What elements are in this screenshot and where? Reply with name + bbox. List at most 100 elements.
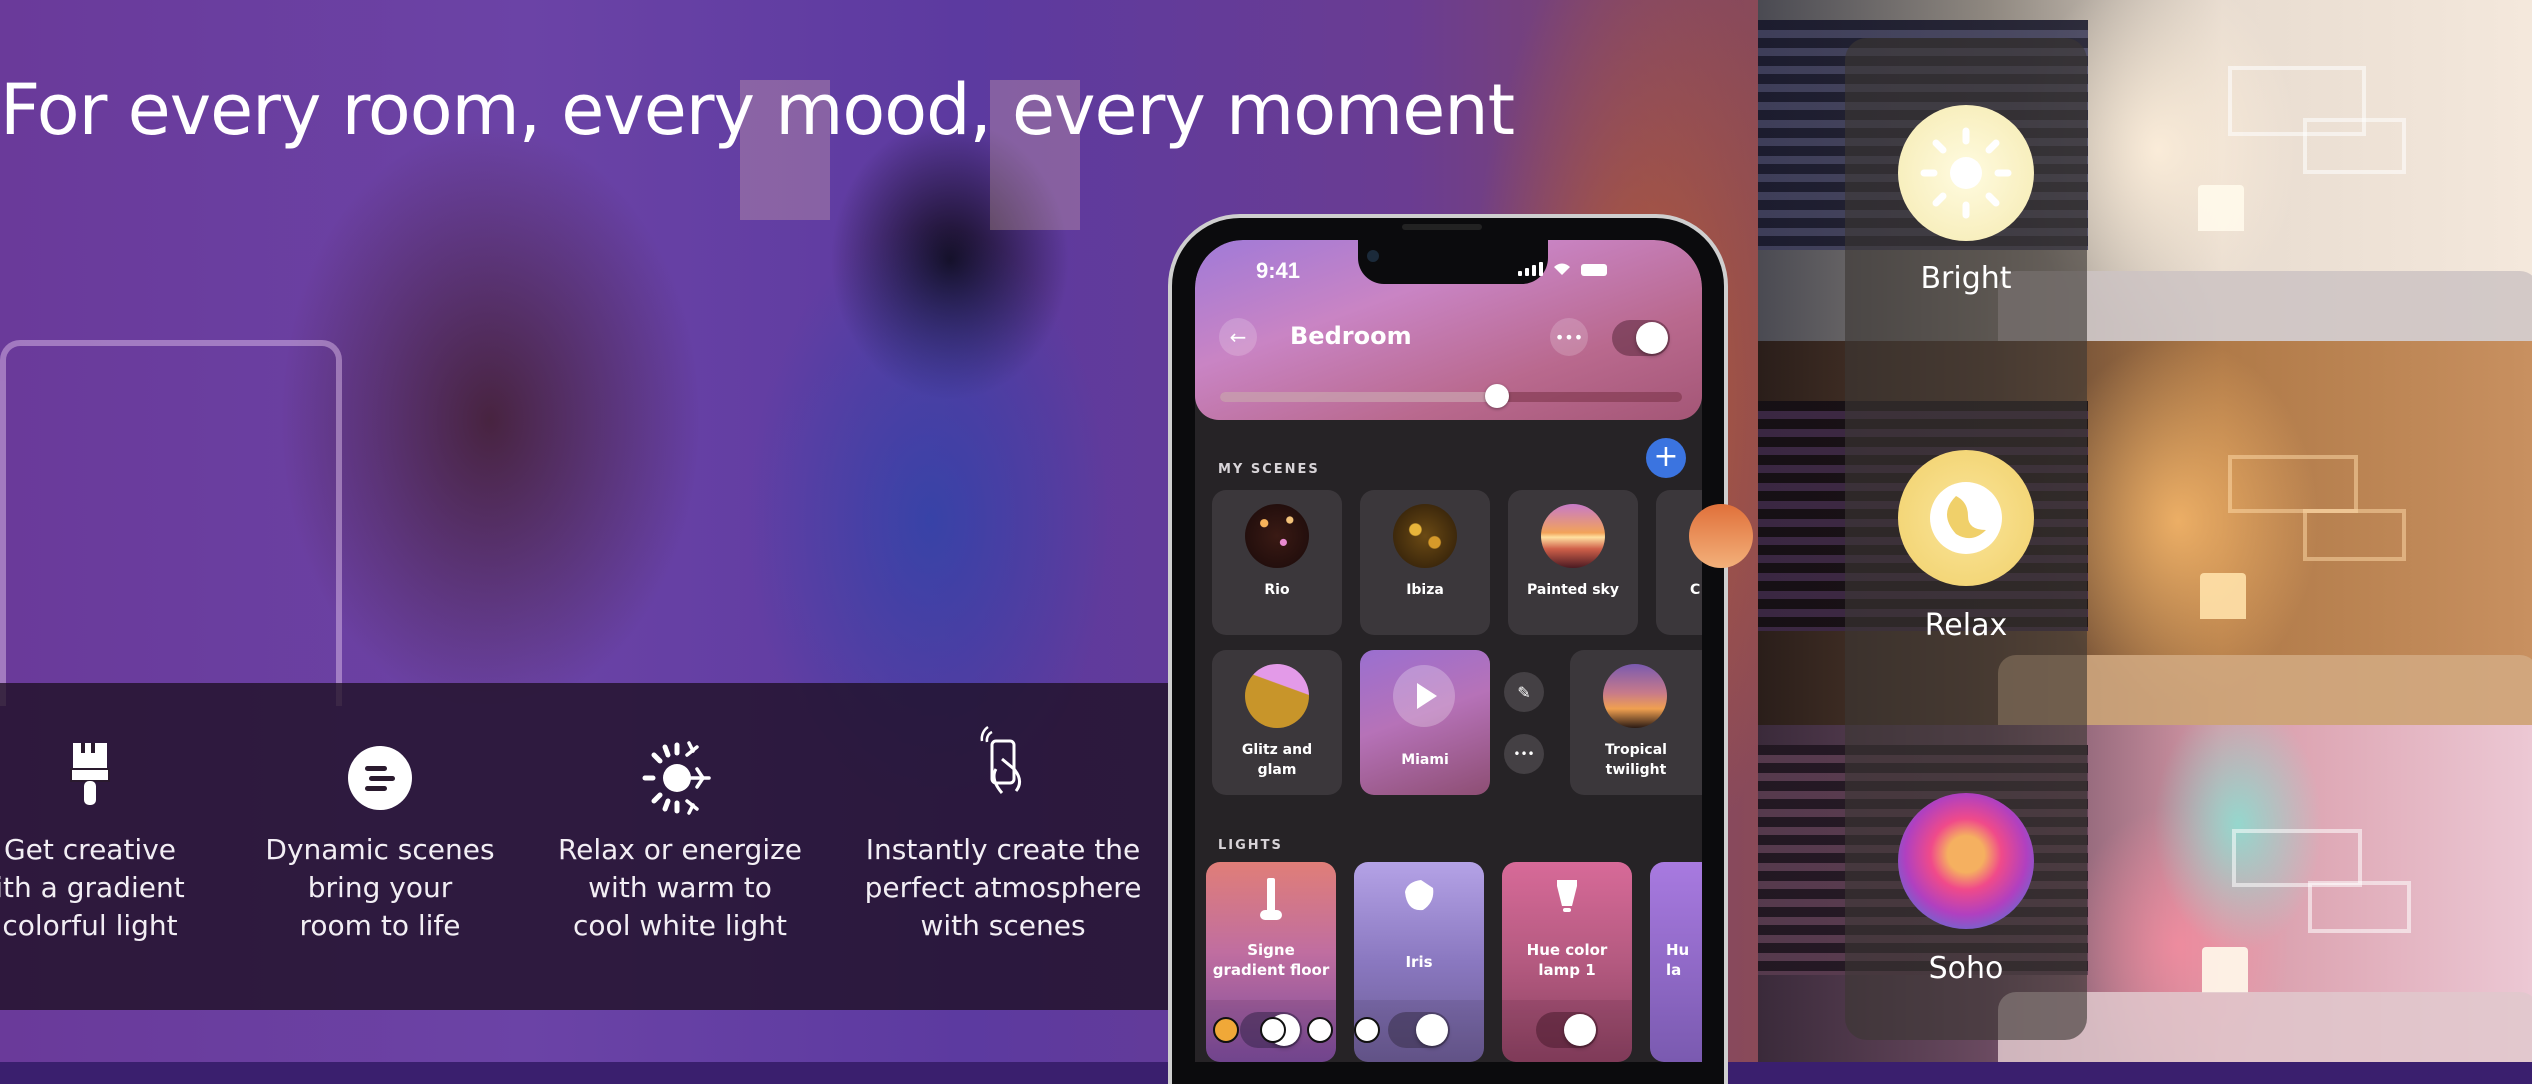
room-more-button[interactable]: ••• bbox=[1550, 318, 1588, 356]
feature-line: Get creative bbox=[3, 833, 177, 866]
scene-card-miami[interactable]: Miami bbox=[1360, 650, 1490, 795]
scene-card-tropical-twilight[interactable]: Tropical twilight bbox=[1570, 650, 1702, 795]
brightness-handle[interactable] bbox=[1485, 384, 1510, 408]
scene-card-glitz-and-glam[interactable]: Glitz and glam bbox=[1212, 650, 1342, 795]
scene-card-painted-sky[interactable]: Painted sky bbox=[1508, 490, 1638, 635]
more-horizontal-icon: ••• bbox=[1513, 747, 1535, 761]
carousel-dot[interactable] bbox=[1260, 1017, 1286, 1043]
plus-icon: + bbox=[1653, 439, 1679, 474]
light-name-line: Hu bbox=[1666, 941, 1690, 959]
feature-line: Instantly create the bbox=[865, 833, 1141, 866]
feature-text: Dynamic scenes bring your room to life bbox=[250, 831, 510, 945]
scene-name: Painted sky bbox=[1527, 582, 1619, 598]
room-lamp bbox=[2202, 947, 2248, 993]
scene-card-ibiza[interactable]: Ibiza bbox=[1360, 490, 1490, 635]
feature-band: Get creative ith a gradient colorful lig… bbox=[0, 683, 1170, 1010]
iris-lamp-icon bbox=[1405, 880, 1434, 911]
scene-thumbnail bbox=[1541, 504, 1605, 568]
feature-line: Dynamic scenes bbox=[265, 833, 495, 866]
light-name: Hu la bbox=[1666, 940, 1698, 980]
feature-text: Get creative ith a gradient colorful lig… bbox=[0, 831, 220, 945]
relax-icon bbox=[1898, 450, 2034, 586]
feature-warm-cool: Relax or energize with warm to cool whit… bbox=[545, 683, 815, 1010]
room-shelf bbox=[2308, 881, 2411, 933]
scene-name: Ibiza bbox=[1406, 582, 1444, 598]
battery-icon bbox=[1581, 264, 1607, 276]
mode-soho[interactable]: Soho bbox=[1845, 793, 2087, 993]
dynamic-scenes-icon bbox=[348, 746, 412, 810]
wifi-icon bbox=[1554, 263, 1570, 275]
back-button[interactable]: ← bbox=[1219, 318, 1257, 356]
scene-name: Tropical twilight bbox=[1570, 740, 1702, 780]
signal-icon bbox=[1518, 262, 1543, 276]
feature-gradient: Get creative ith a gradient colorful lig… bbox=[0, 683, 220, 1010]
carousel-dot[interactable] bbox=[1213, 1017, 1239, 1043]
feature-line: ith a gradient bbox=[0, 871, 185, 904]
lights-label: LIGHTS bbox=[1218, 838, 1283, 853]
light-name-line: Hue color bbox=[1526, 941, 1608, 959]
room-power-toggle[interactable] bbox=[1612, 320, 1670, 356]
light-name-line: Iris bbox=[1405, 953, 1433, 971]
toggle-knob bbox=[1636, 322, 1668, 354]
camera-icon bbox=[1367, 250, 1379, 262]
paint-brush-icon bbox=[70, 743, 110, 805]
scene-thumbnail bbox=[1245, 664, 1309, 728]
scene-thumbnail bbox=[1245, 504, 1309, 568]
feature-text: Relax or energize with warm to cool whit… bbox=[545, 831, 815, 945]
light-name-line: gradient floor bbox=[1212, 961, 1330, 979]
scene-more-button[interactable]: ••• bbox=[1504, 734, 1544, 774]
light-name: Signe gradient floor bbox=[1210, 940, 1332, 980]
scene-thumbnail bbox=[1689, 504, 1753, 568]
arrow-left-icon: ← bbox=[1229, 325, 1247, 349]
room-shelf bbox=[2303, 118, 2406, 174]
pencil-icon: ✎ bbox=[1517, 682, 1531, 702]
carousel-pagination bbox=[1213, 1017, 1380, 1043]
feature-line: Relax or energize bbox=[557, 833, 803, 866]
light-name: Iris bbox=[1358, 952, 1480, 972]
scene-name-line: twilight bbox=[1605, 762, 1667, 778]
warm-cool-light-icon bbox=[642, 741, 711, 815]
scene-name-line: Glitz and bbox=[1241, 742, 1313, 758]
carousel-dot[interactable] bbox=[1354, 1017, 1380, 1043]
floor-lamp-icon bbox=[1260, 878, 1282, 920]
my-scenes-label: MY SCENES bbox=[1218, 462, 1320, 477]
feature-line: room to life bbox=[299, 909, 461, 942]
room-lamp bbox=[2198, 185, 2244, 231]
feature-line: bring your bbox=[307, 871, 453, 904]
brightness-fill bbox=[1220, 392, 1498, 402]
edit-scene-button[interactable]: ✎ bbox=[1504, 672, 1544, 712]
room-title: Bedroom bbox=[1290, 322, 1412, 350]
feature-line: perfect atmosphere bbox=[864, 871, 1142, 904]
phone-in-hand-icon bbox=[980, 725, 1021, 794]
feature-instant-atmosphere: Instantly create the perfect atmosphere … bbox=[848, 683, 1158, 1010]
scene-name: Glitz and glam bbox=[1212, 740, 1342, 780]
status-time: 9:41 bbox=[1256, 258, 1301, 283]
soho-scene-icon bbox=[1898, 793, 2034, 929]
clothing-rack bbox=[0, 340, 342, 706]
add-scene-button[interactable]: + bbox=[1646, 438, 1686, 478]
carousel-dot[interactable] bbox=[1307, 1017, 1333, 1043]
play-icon[interactable] bbox=[1393, 665, 1455, 727]
brightness-slider[interactable] bbox=[1220, 384, 1682, 408]
mode-relax[interactable]: Relax bbox=[1845, 450, 2087, 650]
mode-bright[interactable]: Bright bbox=[1845, 105, 2087, 305]
scene-name-line: glam bbox=[1257, 762, 1297, 778]
feature-line: cool white light bbox=[573, 909, 787, 942]
scene-card-rio[interactable]: Rio bbox=[1212, 490, 1342, 635]
light-card-hue-color-lamp-1[interactable]: Hue color lamp 1 bbox=[1502, 862, 1632, 1062]
light-toggle[interactable] bbox=[1388, 1012, 1450, 1048]
light-name-line: lamp 1 bbox=[1538, 961, 1596, 979]
light-name-line: la bbox=[1666, 961, 1682, 979]
speaker-grille bbox=[1402, 224, 1482, 230]
scene-card-partial[interactable]: C bbox=[1656, 490, 1753, 635]
light-toggle[interactable] bbox=[1536, 1012, 1598, 1048]
status-icons bbox=[1518, 262, 1607, 276]
bulb-icon bbox=[1557, 880, 1577, 912]
mode-label: Relax bbox=[1924, 608, 2008, 643]
mode-label: Bright bbox=[1920, 261, 2012, 296]
toggle-knob bbox=[1564, 1014, 1596, 1046]
scene-name: C bbox=[1690, 582, 1701, 598]
light-card-partial[interactable]: Hu la bbox=[1650, 862, 1702, 1062]
room-lamp bbox=[2200, 573, 2246, 619]
sun-icon bbox=[1898, 105, 2034, 241]
